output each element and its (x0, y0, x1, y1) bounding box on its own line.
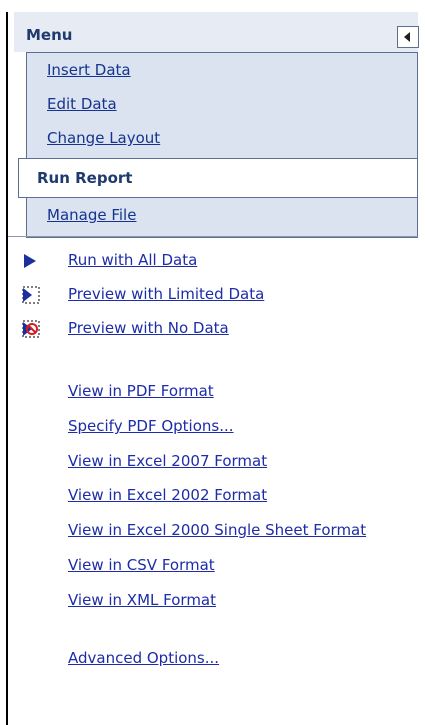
run-with-all-data-link[interactable]: Run with All Data (68, 251, 197, 269)
menu-item-edit-data[interactable]: Edit Data (33, 87, 407, 123)
menu-list-bottom: Manage File (26, 198, 418, 238)
preview-limited-icon (20, 284, 42, 306)
menu-header: Menu (14, 12, 419, 52)
menu-item-label[interactable]: Change Layout (47, 129, 160, 147)
menu-title: Menu (26, 26, 73, 44)
menu-item-label[interactable]: Manage File (47, 206, 136, 224)
preview-limited-data-link[interactable]: Preview with Limited Data (68, 285, 264, 303)
menu-item-insert-data[interactable]: Insert Data (33, 53, 407, 89)
preview-none-icon (20, 318, 42, 340)
menu-item-manage-file[interactable]: Manage File (33, 198, 407, 234)
play-arrow-icon (20, 250, 42, 272)
view-xml-format-link[interactable]: View in XML Format (68, 591, 216, 609)
menu-item-label: Run Report (37, 169, 133, 187)
view-excel-2007-link[interactable]: View in Excel 2007 Format (68, 452, 267, 470)
advanced-options-link[interactable]: Advanced Options... (68, 649, 219, 667)
collapse-menu-button[interactable] (397, 26, 419, 48)
view-csv-format-link[interactable]: View in CSV Format (68, 556, 215, 574)
menu-item-label[interactable]: Insert Data (47, 61, 131, 79)
menu-item-label[interactable]: Edit Data (47, 95, 117, 113)
triangle-left-icon (404, 32, 410, 42)
side-panel: Menu Insert Data Edit Data Change Layout… (6, 12, 419, 725)
menu-item-change-layout[interactable]: Change Layout (33, 121, 407, 157)
specify-pdf-options-link[interactable]: Specify PDF Options... (68, 417, 234, 435)
menu-item-run-report-active[interactable]: Run Report (18, 158, 418, 198)
divider (8, 236, 418, 237)
preview-no-data-link[interactable]: Preview with No Data (68, 319, 229, 337)
view-excel-2000-single-sheet-link[interactable]: View in Excel 2000 Single Sheet Format (68, 521, 366, 539)
view-pdf-format-link[interactable]: View in PDF Format (68, 382, 214, 400)
menu-list-top: Insert Data Edit Data Change Layout (26, 52, 418, 160)
view-excel-2002-link[interactable]: View in Excel 2002 Format (68, 486, 267, 504)
